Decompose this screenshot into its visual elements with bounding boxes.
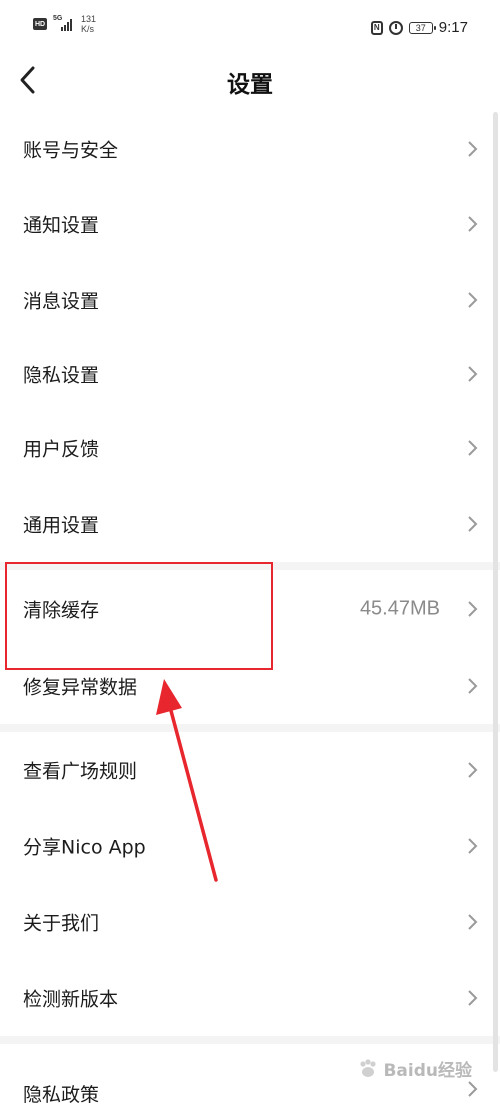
annotation-arrow [156,679,218,882]
menu-item-share-app[interactable]: 分享Nico App [0,808,500,884]
menu-item-about-us[interactable]: 关于我们 [0,884,500,960]
status-bar: HD 5G 131 K/s N 37 9:17 [0,0,500,56]
menu-item-label: 账号与安全 [23,139,119,162]
chevron-right-icon [468,440,478,456]
menu-item-label: 隐私设置 [23,364,100,387]
menu-item-label: 关于我们 [23,912,100,935]
menu-item-general-settings[interactable]: 通用设置 [0,486,500,562]
nav-bar: 设置 [0,56,500,106]
menu-item-label: 通用设置 [23,514,100,537]
menu-item-square-rules[interactable]: 查看广场规则 [0,732,500,808]
chevron-right-icon [468,141,478,157]
annotation-highlight-box [5,562,273,670]
nfc-icon: N [370,20,383,35]
scrollbar[interactable] [493,112,498,1072]
chevron-right-icon [468,678,478,694]
clock: 9:17 [438,19,468,36]
section-divider [0,1036,500,1044]
menu-item-label: 检测新版本 [23,988,119,1011]
net-speed: 131 K/s [81,14,96,34]
menu-item-label: 消息设置 [23,290,100,313]
chevron-right-icon [468,216,478,232]
chevron-right-icon [468,601,478,617]
chevron-right-icon [468,762,478,778]
net-speed-unit: K/s [81,24,95,34]
status-left: HD 5G 131 K/s [33,14,96,34]
alarm-icon [388,20,403,35]
menu-item-check-update[interactable]: 检测新版本 [0,960,500,1036]
menu-item-label: 隐私政策 [23,1084,100,1106]
page-title: 设置 [227,72,273,98]
watermark-text: Baidu经验 [383,1061,472,1081]
battery-icon: 37 [408,21,436,34]
cache-size-value: 45.47MB [359,597,440,620]
chevron-right-icon [468,990,478,1006]
menu-item-notification-settings[interactable]: 通知设置 [0,186,500,262]
menu-item-label: 分享Nico App [23,836,146,859]
paw-icon [360,1058,377,1077]
menu-item-message-settings[interactable]: 消息设置 [0,262,500,338]
menu-item-label: 通知设置 [23,214,100,237]
status-right: N 37 9:17 [370,19,468,36]
signal-icon: 5G [53,15,75,31]
net-speed-value: 131 [81,14,97,24]
menu-item-account-security[interactable]: 账号与安全 [0,112,500,186]
menu-item-privacy-settings[interactable]: 隐私设置 [0,338,500,410]
section-divider [0,724,500,732]
menu-item-label: 修复异常数据 [23,676,138,699]
chevron-right-icon [468,292,478,308]
chevron-right-icon [468,914,478,930]
hd-icon: HD [33,18,47,30]
watermark: Baidu经验 [357,1056,472,1081]
menu-item-label: 用户反馈 [23,438,100,461]
chevron-right-icon [468,838,478,854]
menu-item-user-feedback[interactable]: 用户反馈 [0,410,500,486]
chevron-right-icon [468,366,478,382]
chevron-right-icon [468,516,478,532]
menu-item-label: 查看广场规则 [23,760,138,783]
